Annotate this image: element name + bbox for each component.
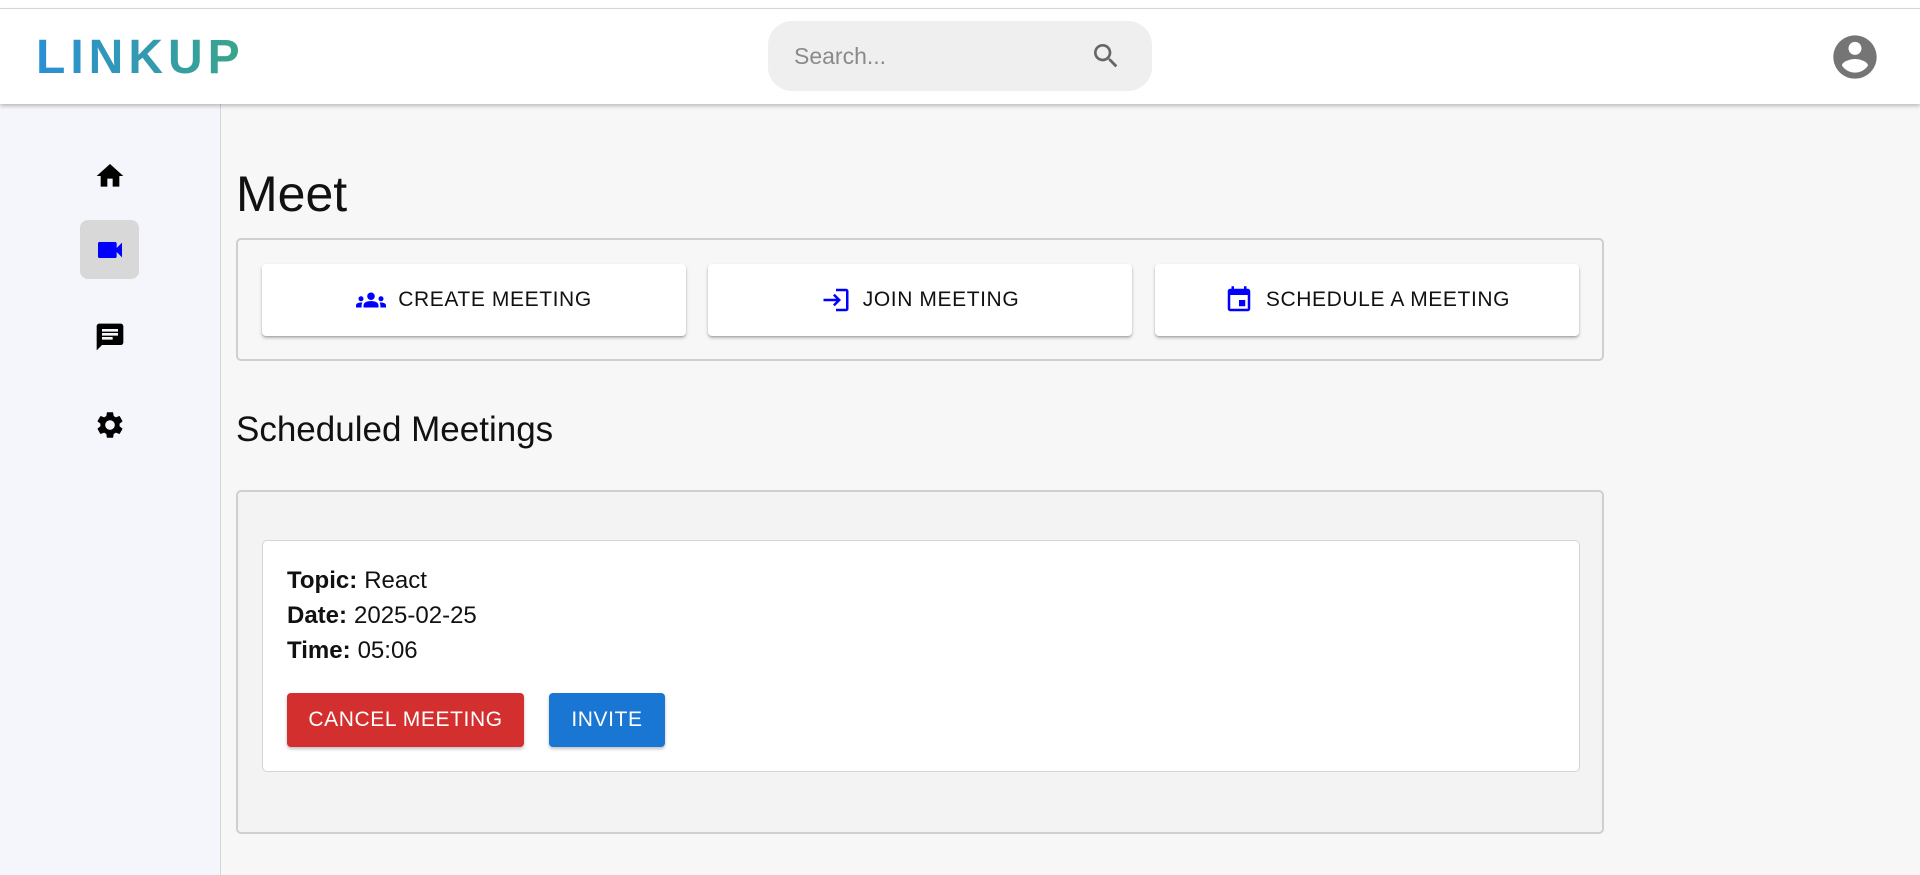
cancel-meeting-button[interactable]: CANCEL MEETING [287,693,524,747]
videocam-icon [97,241,122,258]
time-value: 05:06 [357,637,418,664]
date-label: Date: [287,602,348,629]
app-logo[interactable]: LINKUP [36,30,245,85]
groups-icon [356,292,387,308]
search-input[interactable] [794,39,1084,73]
search-icon[interactable] [1090,40,1122,72]
create-meeting-label: CREATE MEETING [398,288,592,311]
sidebar [0,104,221,875]
date-value: 2025-02-25 [354,602,477,629]
create-meeting-button[interactable]: CREATE MEETING [262,264,686,336]
meeting-actions-panel: CREATE MEETING JOIN MEETING SCHEDULE A M… [236,238,1604,361]
schedule-meeting-label: SCHEDULE A MEETING [1265,288,1511,311]
gear-icon [97,411,122,438]
meeting-card: Topic: React Date: 2025-02-25 Time: 05:06 C… [262,540,1580,772]
join-meeting-button[interactable]: JOIN MEETING [708,264,1132,336]
time-label: Time: [287,637,351,664]
window-top-strip [0,0,1920,9]
sidebar-item-settings[interactable] [80,395,139,454]
meeting-topic: Topic: React [287,567,427,595]
login-icon [823,288,849,312]
scheduled-meetings-panel: Topic: React Date: 2025-02-25 Time: 05:06 C… [236,490,1604,834]
invite-button[interactable]: INVITE [549,693,665,747]
sidebar-item-chat[interactable] [80,307,139,366]
calendar-icon [1227,286,1251,312]
meeting-date: Date: 2025-02-25 [287,602,477,630]
chat-icon [96,323,123,350]
topic-label: Topic: [287,567,358,594]
scheduled-meetings-heading: Scheduled Meetings [236,410,554,449]
page-title: Meet [236,166,348,222]
topic-value: React [364,567,427,594]
join-meeting-label: JOIN MEETING [862,288,1020,311]
app-header: LINKUP [0,9,1920,104]
sidebar-item-home[interactable] [80,146,139,205]
home-icon [96,163,123,187]
sidebar-item-meet[interactable] [80,220,139,279]
account-circle-icon[interactable] [1829,31,1881,83]
meeting-time: Time: 05:06 [287,637,418,665]
search-bar[interactable] [768,21,1152,91]
schedule-meeting-button[interactable]: SCHEDULE A MEETING [1155,264,1579,336]
